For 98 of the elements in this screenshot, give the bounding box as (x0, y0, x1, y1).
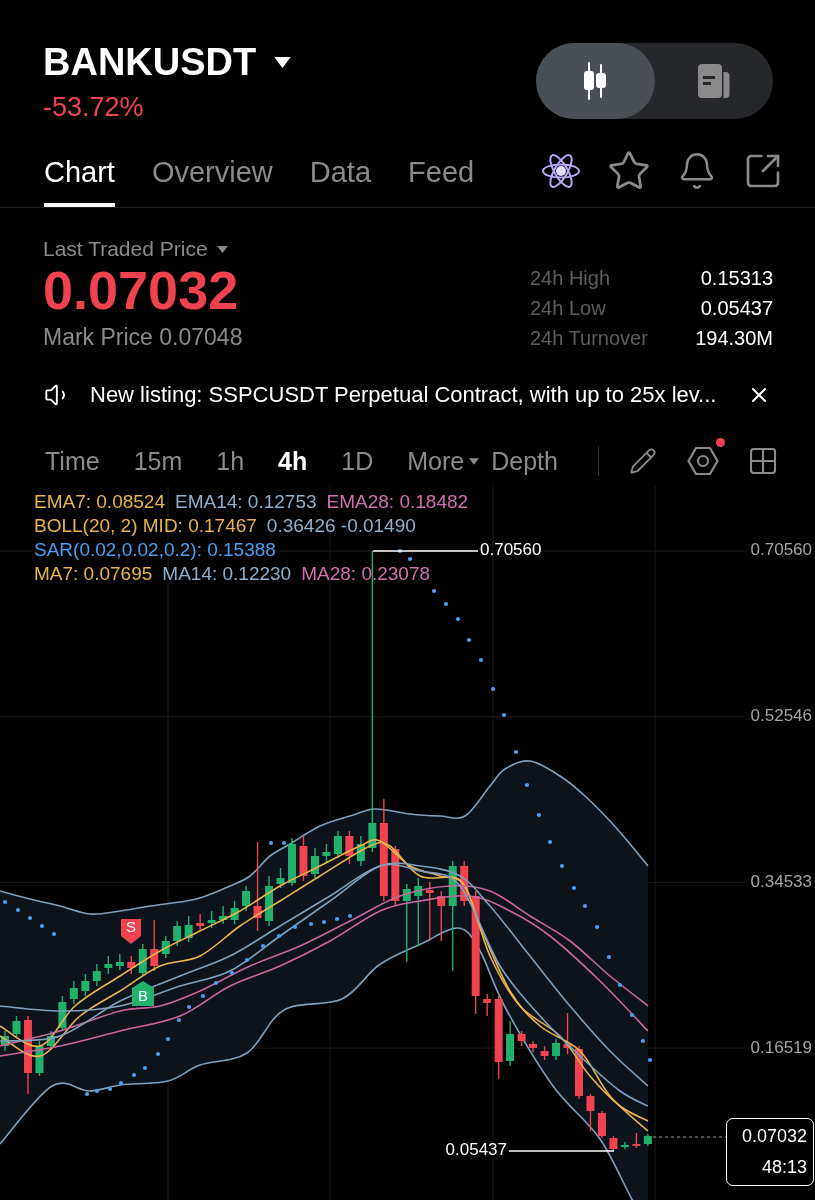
rising-candle (35, 1040, 44, 1077)
caret-icon (274, 56, 292, 68)
rising-candle (12, 1015, 21, 1039)
falling-candle (460, 860, 469, 907)
indicator-value: BOLL(20, 2) MID: 0.17467 (34, 514, 257, 538)
rising-candle (58, 995, 67, 1032)
falling-candle (517, 1030, 526, 1047)
stat-value: 194.30M (695, 326, 773, 350)
grid-layout-icon[interactable] (747, 445, 779, 477)
stat-label: 24h High (530, 266, 612, 290)
stat-value: 0.15313 (699, 266, 773, 290)
last-price-value: 0.07032 (741, 1125, 807, 1148)
indicator-value: MA7: 0.07695 (34, 562, 153, 586)
falling-candle (299, 835, 308, 882)
rising-candle (230, 900, 239, 925)
last-traded-price: 0.07032 (43, 262, 240, 318)
rising-candle (242, 885, 251, 912)
announcement-text[interactable]: New listing: SSPCUSDT Perpetual Contract, with up to 25x lev... (90, 382, 747, 408)
rising-candle (138, 943, 147, 977)
rising-candle (265, 875, 274, 927)
interval-option[interactable]: 1D (341, 446, 374, 476)
stat-value: 0.05437 (699, 296, 773, 320)
falling-candle (597, 1110, 606, 1139)
indicator-value: MA14: 0.12230 (162, 562, 292, 586)
indicator-value: EMA28: 0.18482 (326, 490, 469, 514)
rising-candle (184, 915, 193, 943)
falling-candle (632, 1132, 641, 1149)
rising-candle (81, 973, 90, 997)
falling-candle (425, 881, 434, 942)
tab[interactable]: Overview (151, 155, 273, 207)
mark-price: Mark Price 0.07048 (43, 324, 243, 350)
falling-candle (127, 955, 136, 975)
rising-candle (552, 1038, 561, 1061)
stat-label: 24h Turnover (530, 326, 649, 350)
rising-candle (1, 1030, 9, 1052)
rising-candle (104, 955, 113, 975)
rising-candle (92, 963, 101, 987)
price-change: -53.72% (43, 92, 145, 122)
high-price-label: 0.70560 (480, 540, 542, 560)
falling-candle (540, 1045, 549, 1061)
price-type-selector[interactable]: Last Traded Price (43, 237, 243, 261)
price-axis-label: 0.16519 (750, 1037, 812, 1057)
falling-candle (196, 913, 205, 932)
falling-candle (563, 1012, 572, 1055)
interval-option[interactable]: 15m (133, 446, 183, 476)
interval-option[interactable]: Time (45, 446, 100, 476)
rising-candle (414, 877, 423, 947)
indicator-value: SAR(0.02,0.02,0.2): 0.15388 (34, 538, 276, 562)
settings-icon[interactable] (687, 446, 719, 476)
rising-candle (173, 920, 182, 947)
price-axis-label: 0.70560 (750, 540, 812, 560)
interval-option[interactable]: 4h (278, 446, 308, 476)
tab[interactable]: Chart (44, 155, 115, 207)
falling-candle (150, 919, 159, 972)
rising-candle (69, 980, 78, 1005)
price-axis-label: 0.52546 (750, 706, 812, 726)
indicator-value: EMA7: 0.08524 (34, 490, 165, 514)
rising-candle (161, 935, 170, 959)
rising-candle (288, 837, 296, 887)
stat-label: 24h Low (530, 296, 607, 320)
tab[interactable]: Feed (408, 155, 475, 207)
indicator-value: EMA14: 0.12753 (175, 490, 317, 514)
interval-option[interactable]: Depth (491, 446, 558, 476)
low-price-label: 0.05437 (445, 1140, 507, 1160)
rising-candle (310, 847, 319, 879)
falling-candle (586, 1093, 595, 1132)
sell-signal-badge: S (121, 917, 141, 944)
falling-candle (609, 1135, 618, 1152)
falling-candle (345, 830, 354, 865)
rising-candle (46, 1030, 55, 1051)
buy-signal-badge: B (132, 981, 154, 1006)
rising-candle (115, 953, 124, 971)
rising-candle (356, 835, 365, 867)
interval-option[interactable]: 1h (216, 446, 245, 476)
rising-candle (620, 1141, 629, 1150)
falling-candle (575, 1045, 583, 1100)
rising-candle (276, 867, 285, 889)
rising-candle (506, 1020, 515, 1067)
more-intervals-menu[interactable]: More (407, 446, 480, 476)
document-icon (697, 64, 730, 98)
falling-candle (529, 1040, 538, 1053)
caret-icon (216, 245, 228, 253)
falling-candle (483, 993, 492, 1017)
countdown-timer: 48:13 (761, 1156, 807, 1179)
tab[interactable]: Data (309, 155, 372, 207)
caret-icon (469, 457, 480, 465)
rising-candle (643, 1133, 652, 1147)
pencil-icon[interactable] (629, 447, 657, 475)
rising-candle (322, 843, 331, 863)
indicator-value: 0.36426 -0.01490 (266, 514, 416, 538)
atom-icon[interactable] (541, 151, 581, 191)
falling-candle (437, 890, 446, 942)
rising-candle (219, 905, 228, 925)
rising-candle (333, 830, 342, 859)
falling-candle (391, 845, 400, 907)
rising-candle (207, 910, 216, 929)
price-axis-label: 0.34533 (750, 871, 812, 891)
symbol-selector[interactable]: BANKUSDT (43, 40, 292, 84)
